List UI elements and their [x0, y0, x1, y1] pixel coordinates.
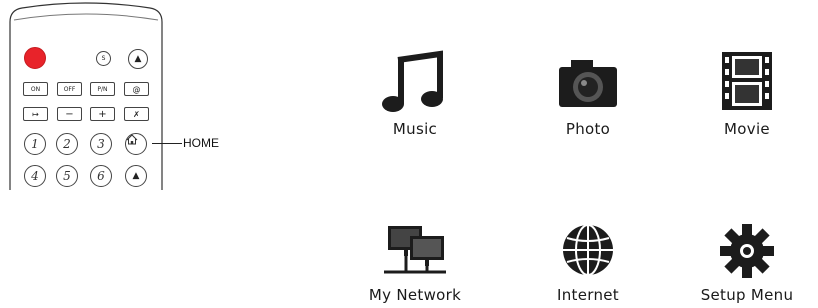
- menu-item-internet[interactable]: Internet: [508, 222, 668, 304]
- gear-icon: [720, 224, 774, 278]
- music-note-icon: [382, 50, 443, 112]
- home-callout-label: HOME: [183, 136, 219, 150]
- menu-item-setup-menu[interactable]: Setup Menu: [667, 222, 818, 304]
- menu-item-movie[interactable]: Movie: [667, 50, 818, 138]
- menu-label-my-network: My Network: [368, 286, 462, 304]
- number-key-2[interactable]: 2: [56, 133, 78, 155]
- film-strip-icon: [722, 52, 772, 110]
- on-button[interactable]: ON: [23, 82, 48, 96]
- menu-label-internet: Internet: [557, 286, 619, 304]
- menu-label-photo: Photo: [565, 120, 611, 138]
- mute-button[interactable]: ✗: [124, 107, 149, 121]
- skip-button[interactable]: ↦: [23, 107, 48, 121]
- globe-icon: [563, 224, 613, 276]
- home-button[interactable]: [125, 133, 147, 155]
- home-icon: [126, 134, 138, 145]
- eject-button[interactable]: ▲: [128, 49, 148, 69]
- menu-label-music: Music: [392, 120, 438, 138]
- menu-item-photo[interactable]: Photo: [508, 50, 668, 138]
- up-arrow-button[interactable]: ▲: [125, 165, 147, 187]
- menu-item-my-network[interactable]: My Network: [335, 222, 495, 304]
- remote-control: S ▲ ON OFF P/N @ ↦ − + ✗ 1 2 3 4 5 6 ▲ H…: [0, 0, 250, 190]
- plus-button[interactable]: +: [90, 107, 115, 121]
- number-key-4[interactable]: 4: [24, 165, 46, 187]
- at-button[interactable]: @: [124, 82, 149, 96]
- number-key-3[interactable]: 3: [90, 133, 112, 155]
- menu-label-movie: Movie: [724, 120, 770, 138]
- menu-item-music[interactable]: Music: [335, 50, 495, 138]
- pn-button[interactable]: P/N: [90, 82, 115, 96]
- power-button[interactable]: [24, 47, 46, 69]
- home-callout-line: [152, 143, 182, 144]
- off-button[interactable]: OFF: [57, 82, 82, 96]
- menu-label-setup-menu: Setup Menu: [700, 286, 794, 304]
- number-key-5[interactable]: 5: [56, 165, 78, 187]
- number-key-6[interactable]: 6: [90, 165, 112, 187]
- minus-button[interactable]: −: [57, 107, 82, 121]
- network-monitors-icon: [384, 226, 446, 274]
- camera-icon: [559, 60, 617, 107]
- s-button[interactable]: S: [96, 51, 111, 66]
- number-key-1[interactable]: 1: [24, 133, 46, 155]
